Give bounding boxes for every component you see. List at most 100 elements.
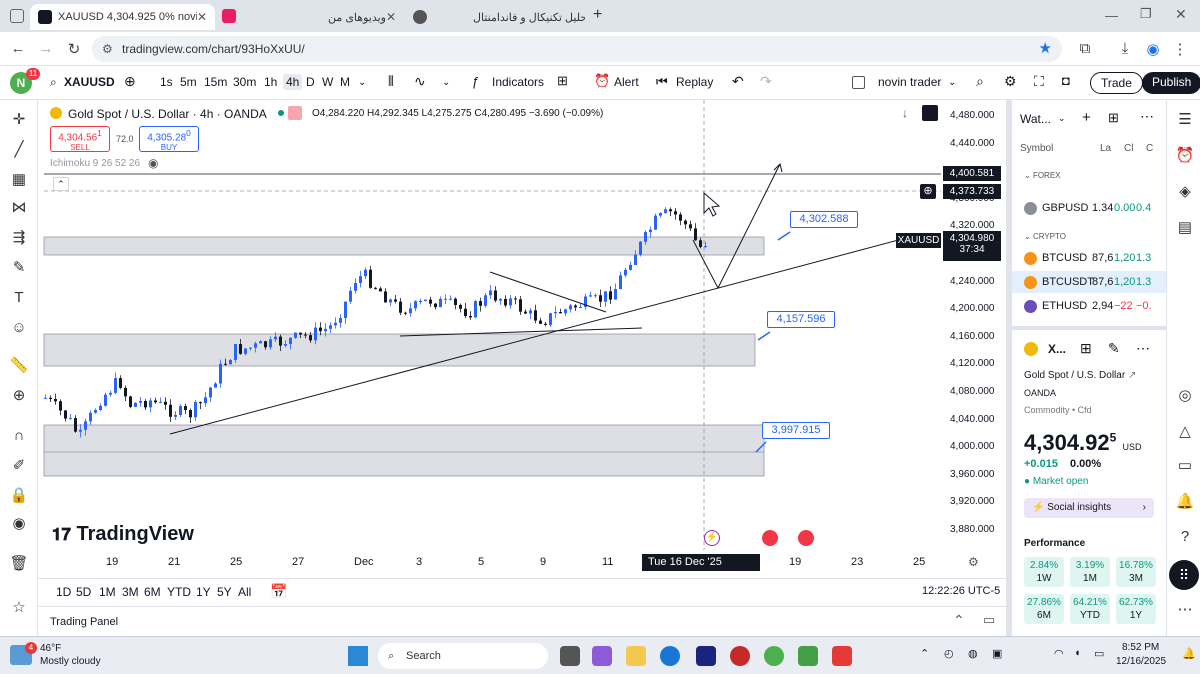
tab-analysis[interactable]: تحلیل تکنیکال و فاندامنتال ✕ (405, 4, 585, 30)
forward-icon[interactable]: → (36, 40, 56, 57)
symbol-button[interactable]: XAUUSD (64, 75, 115, 89)
details-symbol[interactable]: X... (1048, 342, 1066, 356)
magnet-icon[interactable]: ∩ (9, 426, 29, 446)
symbol-search-icon[interactable]: ⌕ (50, 75, 57, 90)
line-chart-icon[interactable]: ∿ (414, 73, 426, 90)
alerts-clock-icon[interactable]: ⏰ (1175, 146, 1195, 166)
alarm-clock-icon[interactable]: ⏰ (594, 73, 610, 89)
interval-15m[interactable]: 15m (204, 75, 227, 89)
range-all[interactable]: All (238, 585, 251, 599)
wifi-icon[interactable]: ◠ (1054, 647, 1064, 660)
back-icon[interactable]: ← (8, 40, 28, 57)
file-explorer-icon[interactable] (626, 646, 646, 666)
event-lightning-icon[interactable]: ⚡ (704, 530, 720, 546)
axis-settings-gear-icon[interactable]: ⚙ (968, 555, 979, 569)
watchlist-row-btcusdt[interactable]: BTCUSDT 87,6 1,20 1.3 (1012, 271, 1170, 293)
window-close-icon[interactable]: ✕ (1175, 6, 1187, 23)
eye-icon[interactable]: ◉ (9, 514, 29, 534)
range-ytd[interactable]: YTD (167, 585, 191, 599)
volume-icon[interactable]: ◖ (1074, 647, 1081, 659)
lock-drawing-icon[interactable]: ✐ (9, 456, 29, 476)
tray-app-icon[interactable]: ◍ (968, 647, 978, 660)
projection-path[interactable] (692, 163, 781, 290)
chat-icon[interactable]: ▭ (1175, 456, 1195, 476)
edge-browser-icon[interactable] (660, 646, 680, 666)
support-zone-lower[interactable] (43, 424, 765, 477)
undo-icon[interactable]: ↶ (732, 73, 744, 90)
eye-icon[interactable]: ◉ (148, 156, 158, 170)
add-symbol-icon[interactable]: + (1082, 109, 1091, 126)
col-last[interactable]: La (1100, 143, 1111, 154)
chevron-up-icon[interactable]: ⌃ (953, 612, 965, 629)
trash-icon[interactable]: 🗑 (9, 554, 29, 574)
edit-icon[interactable]: ✎ (1108, 340, 1120, 357)
layout-name-button[interactable]: novin trader (878, 75, 941, 89)
chrome-icon[interactable] (764, 646, 784, 666)
interval-1h[interactable]: 1h (264, 75, 277, 89)
col-change[interactable]: Cl (1124, 143, 1133, 154)
trend-line-icon[interactable]: ╱ (9, 140, 29, 160)
range-3m[interactable]: 3M (122, 585, 139, 599)
watchlist-row-btcusd[interactable]: BTCUSD 87,6 1,20 1.3 (1012, 247, 1170, 269)
economic-event-us-flag-icon[interactable] (798, 530, 814, 546)
fib-icon[interactable]: ▦ (9, 170, 29, 190)
object-tree-icon[interactable] (922, 105, 938, 121)
col-change-pct[interactable]: C (1146, 143, 1153, 154)
grid-icon[interactable]: ⊞ (1080, 340, 1092, 357)
flag-icon[interactable] (288, 106, 302, 120)
add-alert-plus-icon[interactable]: ⊕ (920, 184, 936, 199)
lock-icon[interactable]: 🔒 (9, 486, 29, 506)
details-name-link[interactable]: Gold Spot / U.S. Dollar ↗ (1024, 370, 1136, 381)
range-1y[interactable]: 1Y (196, 585, 211, 599)
price-callout-3997[interactable]: 3,997.915 (762, 422, 830, 439)
price-callout-4157[interactable]: 4,157.596 (767, 311, 835, 328)
replay-button[interactable]: Replay (676, 75, 713, 89)
browser-menu-icon[interactable]: ⋮ (1170, 40, 1190, 58)
alert-button[interactable]: Alert (614, 75, 639, 89)
forecast-icon[interactable]: ⇶ (9, 228, 29, 248)
redo-icon[interactable]: ↷ (760, 73, 772, 90)
candles-icon[interactable]: ⫴ (388, 73, 394, 90)
section-forex[interactable]: ⌄ FOREX (1024, 171, 1061, 180)
fullscreen-icon[interactable]: ⛶ (1034, 73, 1044, 90)
layout-checkbox[interactable] (852, 76, 865, 89)
economic-event-us-flag-icon[interactable] (762, 530, 778, 546)
interval-1s[interactable]: 1s (160, 75, 173, 89)
url-field[interactable]: ⚙ tradingview.com/chart/93HoXxUU/ ★ (92, 36, 1062, 62)
clock-time[interactable]: 8:52 PM (1122, 642, 1159, 653)
close-icon[interactable]: ✕ (386, 10, 396, 24)
range-5y[interactable]: 5Y (217, 585, 232, 599)
sell-button[interactable]: 4,304.561 SELL (50, 126, 110, 152)
indicators-button[interactable]: Indicators (492, 75, 544, 89)
range-1d[interactable]: 1D (56, 585, 71, 599)
chevron-down-icon[interactable]: ⌄ (358, 77, 366, 88)
tab-my-videos[interactable]: ویدیوهای من ✕ (240, 4, 400, 30)
publish-button[interactable]: Publish (1142, 72, 1200, 94)
watchlist-row-gbpusd[interactable]: GBPUSD 1.34 0.00 0.4 (1012, 197, 1170, 219)
ruler-icon[interactable]: 📏 (9, 356, 29, 376)
taskbar-search[interactable]: ⌕ Search (378, 643, 548, 669)
indicators-icon[interactable]: ƒ (472, 74, 479, 89)
battery-icon[interactable]: ▭ (1094, 647, 1104, 660)
range-1m[interactable]: 1M (99, 585, 116, 599)
interval-30m[interactable]: 30m (233, 75, 256, 89)
settings-gear-icon[interactable]: ⚙ (1004, 73, 1017, 90)
go-to-date-icon[interactable]: 📅 (270, 583, 287, 600)
extensions-icon[interactable]: ⧉ (1075, 40, 1095, 57)
interval-4h[interactable]: 4h (283, 74, 303, 90)
patterns-icon[interactable]: ⋈ (9, 198, 29, 218)
camtasia-icon[interactable] (798, 646, 818, 666)
interval-w[interactable]: W (322, 75, 333, 89)
chevron-down-icon[interactable]: ⌄ (948, 77, 956, 88)
copilot-icon[interactable] (592, 646, 612, 666)
favorites-star-icon[interactable]: ☆ (9, 598, 29, 618)
layers-icon[interactable]: ◈ (1175, 182, 1195, 202)
pinterest-icon[interactable] (730, 646, 750, 666)
brush-icon[interactable]: ✎ (9, 258, 29, 278)
chart-legend-title[interactable]: Gold Spot / U.S. Dollar · 4h · OANDA (68, 107, 267, 121)
emoji-icon[interactable]: ☺ (9, 318, 29, 338)
apps-grid-icon[interactable]: ⠿ (1169, 560, 1199, 590)
collapse-legend-icon[interactable]: ⌃ (53, 177, 69, 191)
tray-app-icon[interactable]: ◴ (944, 647, 954, 660)
tray-chevron-up-icon[interactable]: ⌃ (920, 647, 929, 660)
